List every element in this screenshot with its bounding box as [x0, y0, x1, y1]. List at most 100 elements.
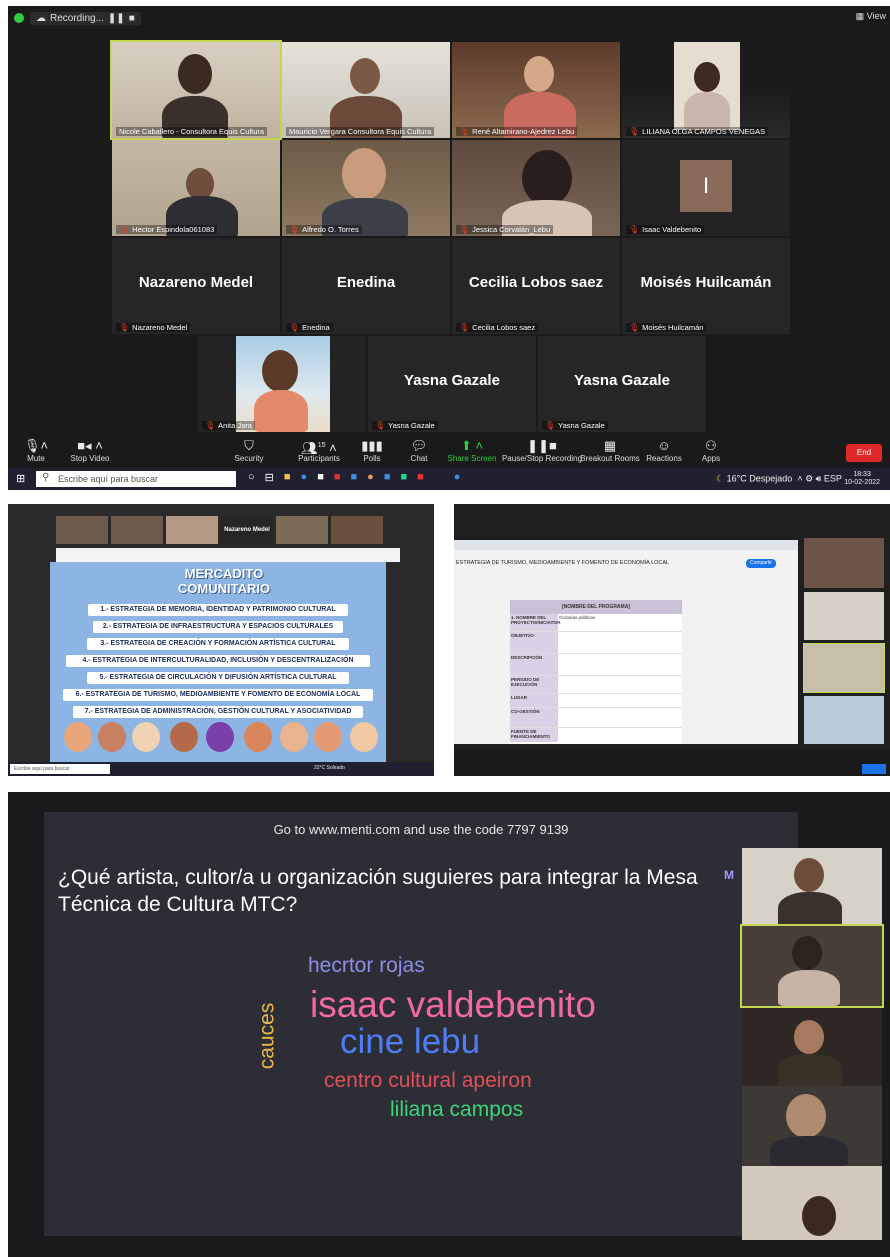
zoom-icon[interactable]: ■	[384, 471, 391, 484]
thumb-tile[interactable]	[276, 516, 328, 544]
video-tile[interactable]: Cecilia Lobos saez 🎙︎ Cecilia Lobos saez	[452, 238, 620, 334]
participant-head	[522, 150, 572, 206]
store-icon[interactable]: ■	[317, 471, 324, 484]
breakout-label: Breakout Rooms	[580, 454, 640, 463]
participant-body	[684, 92, 730, 130]
poll-icon: ▮▮▮	[361, 438, 383, 453]
mic-muted-icon: 🎙︎	[375, 421, 386, 430]
taskbar-search[interactable]: Escribe aquí para buscar	[10, 764, 110, 774]
pause-stop-icon: ❚❚■	[527, 438, 557, 453]
polls-button[interactable]: ▮▮▮ Polls	[354, 438, 390, 463]
side-video-tile[interactable]	[804, 696, 884, 744]
mic-muted-icon: 🎙︎	[205, 421, 216, 430]
cortana-icon[interactable]: ○	[248, 471, 255, 484]
participant-head	[262, 350, 298, 392]
name-label: 🎙︎ Anita Jara	[202, 421, 255, 430]
clock[interactable]: 18:33 10-02-2022	[844, 471, 880, 487]
side-video-tile[interactable]	[803, 643, 885, 693]
name-text: Mauricio Vergara Consultora Equis Cultur…	[289, 127, 432, 136]
recording-indicator[interactable]: ☁ Recording... ❚❚ ■	[14, 10, 141, 26]
security-button[interactable]: ⛉ Security	[226, 438, 272, 463]
video-tile[interactable]: Yasna Gazale 🎙︎ Yasna Gazale	[368, 336, 536, 432]
video-tile[interactable]: Enedina 🎙︎ Enedina	[282, 238, 450, 334]
end-button[interactable]: End	[846, 444, 882, 462]
mute-button[interactable]: 🎙︎˄ Mute	[18, 438, 54, 463]
side-video-tile[interactable]	[740, 924, 884, 1008]
mic-muted-icon: 🎙︎	[119, 323, 130, 332]
name-label: 🎙︎ Yasna Gazale	[542, 421, 608, 430]
side-video-tile[interactable]	[804, 538, 884, 588]
security-label: Security	[234, 454, 264, 463]
windows-icon[interactable]: ⊞	[16, 472, 25, 485]
apps-label: Apps	[701, 454, 721, 463]
thumb-tile[interactable]	[111, 516, 163, 544]
side-video-tile[interactable]	[742, 1008, 882, 1088]
reactions-button[interactable]: ☺ Reactions	[640, 438, 688, 463]
video-tile[interactable]: I 🎙︎ Isaac Valdebenito	[622, 140, 790, 236]
name-label: 🎙︎ Hector Espindola061083	[116, 225, 218, 234]
video-tile[interactable]: Nazareno Medel 🎙︎ Nazareno Medel	[112, 238, 280, 334]
thumb-tile[interactable]	[331, 516, 383, 544]
view-button[interactable]: ▦ View	[856, 11, 886, 22]
stop-video-button[interactable]: ■◂ ˄ Stop Video	[60, 438, 120, 463]
microphone-icon: 🎙︎˄	[23, 438, 49, 453]
name-text: Cecilia Lobos saez	[472, 323, 536, 332]
thumb-tile[interactable]	[56, 516, 108, 544]
breakout-rooms-button[interactable]: ▦ Breakout Rooms	[578, 438, 642, 463]
pause-recording-button[interactable]: ❚❚■ Pause/Stop Recording	[500, 438, 584, 463]
video-tile[interactable]: Yasna Gazale 🎙︎ Yasna Gazale	[538, 336, 706, 432]
name-label: 🎙︎ Enedina	[286, 323, 333, 332]
stop-icon[interactable]: ■	[129, 13, 135, 24]
polls-label: Polls	[363, 454, 381, 463]
chat-button[interactable]: 💬︎ Chat	[402, 438, 436, 463]
slide-title: MERCADITO COMUNITARIO	[177, 566, 271, 596]
photos-icon[interactable]: ■	[400, 471, 407, 484]
recording-pill[interactable]: ☁ Recording... ❚❚ ■	[30, 11, 141, 25]
participant-big-name: Enedina	[336, 274, 396, 291]
video-tile[interactable]: 🎙︎ Hector Espindola061083	[112, 140, 280, 236]
side-video-tile[interactable]	[804, 592, 884, 640]
language-indicator[interactable]: ESP	[824, 473, 842, 483]
share-screen-button[interactable]: ⬆ ˄ Share Screen	[444, 438, 500, 463]
taskbar-search[interactable]: Escribe aquí para buscar	[36, 471, 236, 487]
edge-icon[interactable]: ●	[301, 471, 308, 484]
thumb-tile[interactable]: Nazareno Medel	[221, 516, 273, 544]
pdf-icon[interactable]: ■	[417, 471, 424, 484]
leave-button[interactable]	[862, 764, 886, 774]
participant-head	[694, 62, 720, 92]
app-icon[interactable]: ■	[334, 471, 341, 484]
name-label: 🎙︎ Nazareno Medel	[116, 323, 191, 332]
video-tile[interactable]: Nicole Caballero - Consultora Equis Cult…	[110, 40, 282, 140]
mic-muted-icon: 🎙︎	[289, 323, 300, 332]
folder-icon[interactable]: ■	[284, 471, 291, 484]
task-view-icon[interactable]: ⊟	[265, 471, 274, 484]
thumb-name: Nazareno Medel	[224, 527, 270, 533]
table-cell	[558, 694, 682, 707]
video-tile[interactable]: 🎙︎ Jessica Corvalán_Lebu	[452, 140, 620, 236]
side-video-tile[interactable]	[742, 848, 882, 928]
thumb-tile[interactable]	[166, 516, 218, 544]
video-tile[interactable]: Mauricio Vergara Consultora Equis Cultur…	[282, 42, 450, 138]
pause-icon[interactable]: ❚❚	[108, 13, 125, 24]
share-button[interactable]: Compartir	[746, 559, 776, 568]
video-tile[interactable]: Moisés Huilcamán 🎙︎ Moisés Huilcamán	[622, 238, 790, 334]
participants-label: Participants	[298, 454, 340, 463]
video-camera-icon: ■◂ ˄	[77, 438, 103, 453]
table-cell: Ciclovías públicas	[559, 615, 596, 620]
strategy-item: 2.- ESTRATEGIA DE INFRAESTRUCTURA Y ESPA…	[93, 621, 343, 633]
participant-big-name: Nazareno Medel	[138, 274, 254, 291]
side-video-tile[interactable]	[742, 1166, 882, 1240]
participants-button[interactable]: 👥︎15 ˄ Participants	[284, 438, 354, 463]
video-tile[interactable]: 🎙︎ LILIANA OLGA CAMPOS VENEGAS	[622, 42, 790, 138]
browser-icon[interactable]: ●	[454, 471, 461, 484]
video-tile[interactable]: 🎙︎ Alfredo O. Torres	[282, 140, 450, 236]
side-video-tile[interactable]	[742, 1086, 882, 1166]
chrome-icon[interactable]: ●	[367, 471, 374, 484]
strategy-item: 4.- ESTRATEGIA DE INTERCULTURALIDAD, INC…	[66, 655, 370, 667]
video-tile[interactable]: 🎙︎ René Altamirano-Ajedrez Lebu	[452, 42, 620, 138]
name-text: Enedina	[302, 323, 330, 332]
mail-icon[interactable]: ■	[351, 471, 358, 484]
apps-button[interactable]: ⚇ Apps	[694, 438, 728, 463]
video-tile[interactable]: 🎙︎ Anita Jara	[198, 336, 366, 432]
avatar: I	[680, 160, 732, 212]
